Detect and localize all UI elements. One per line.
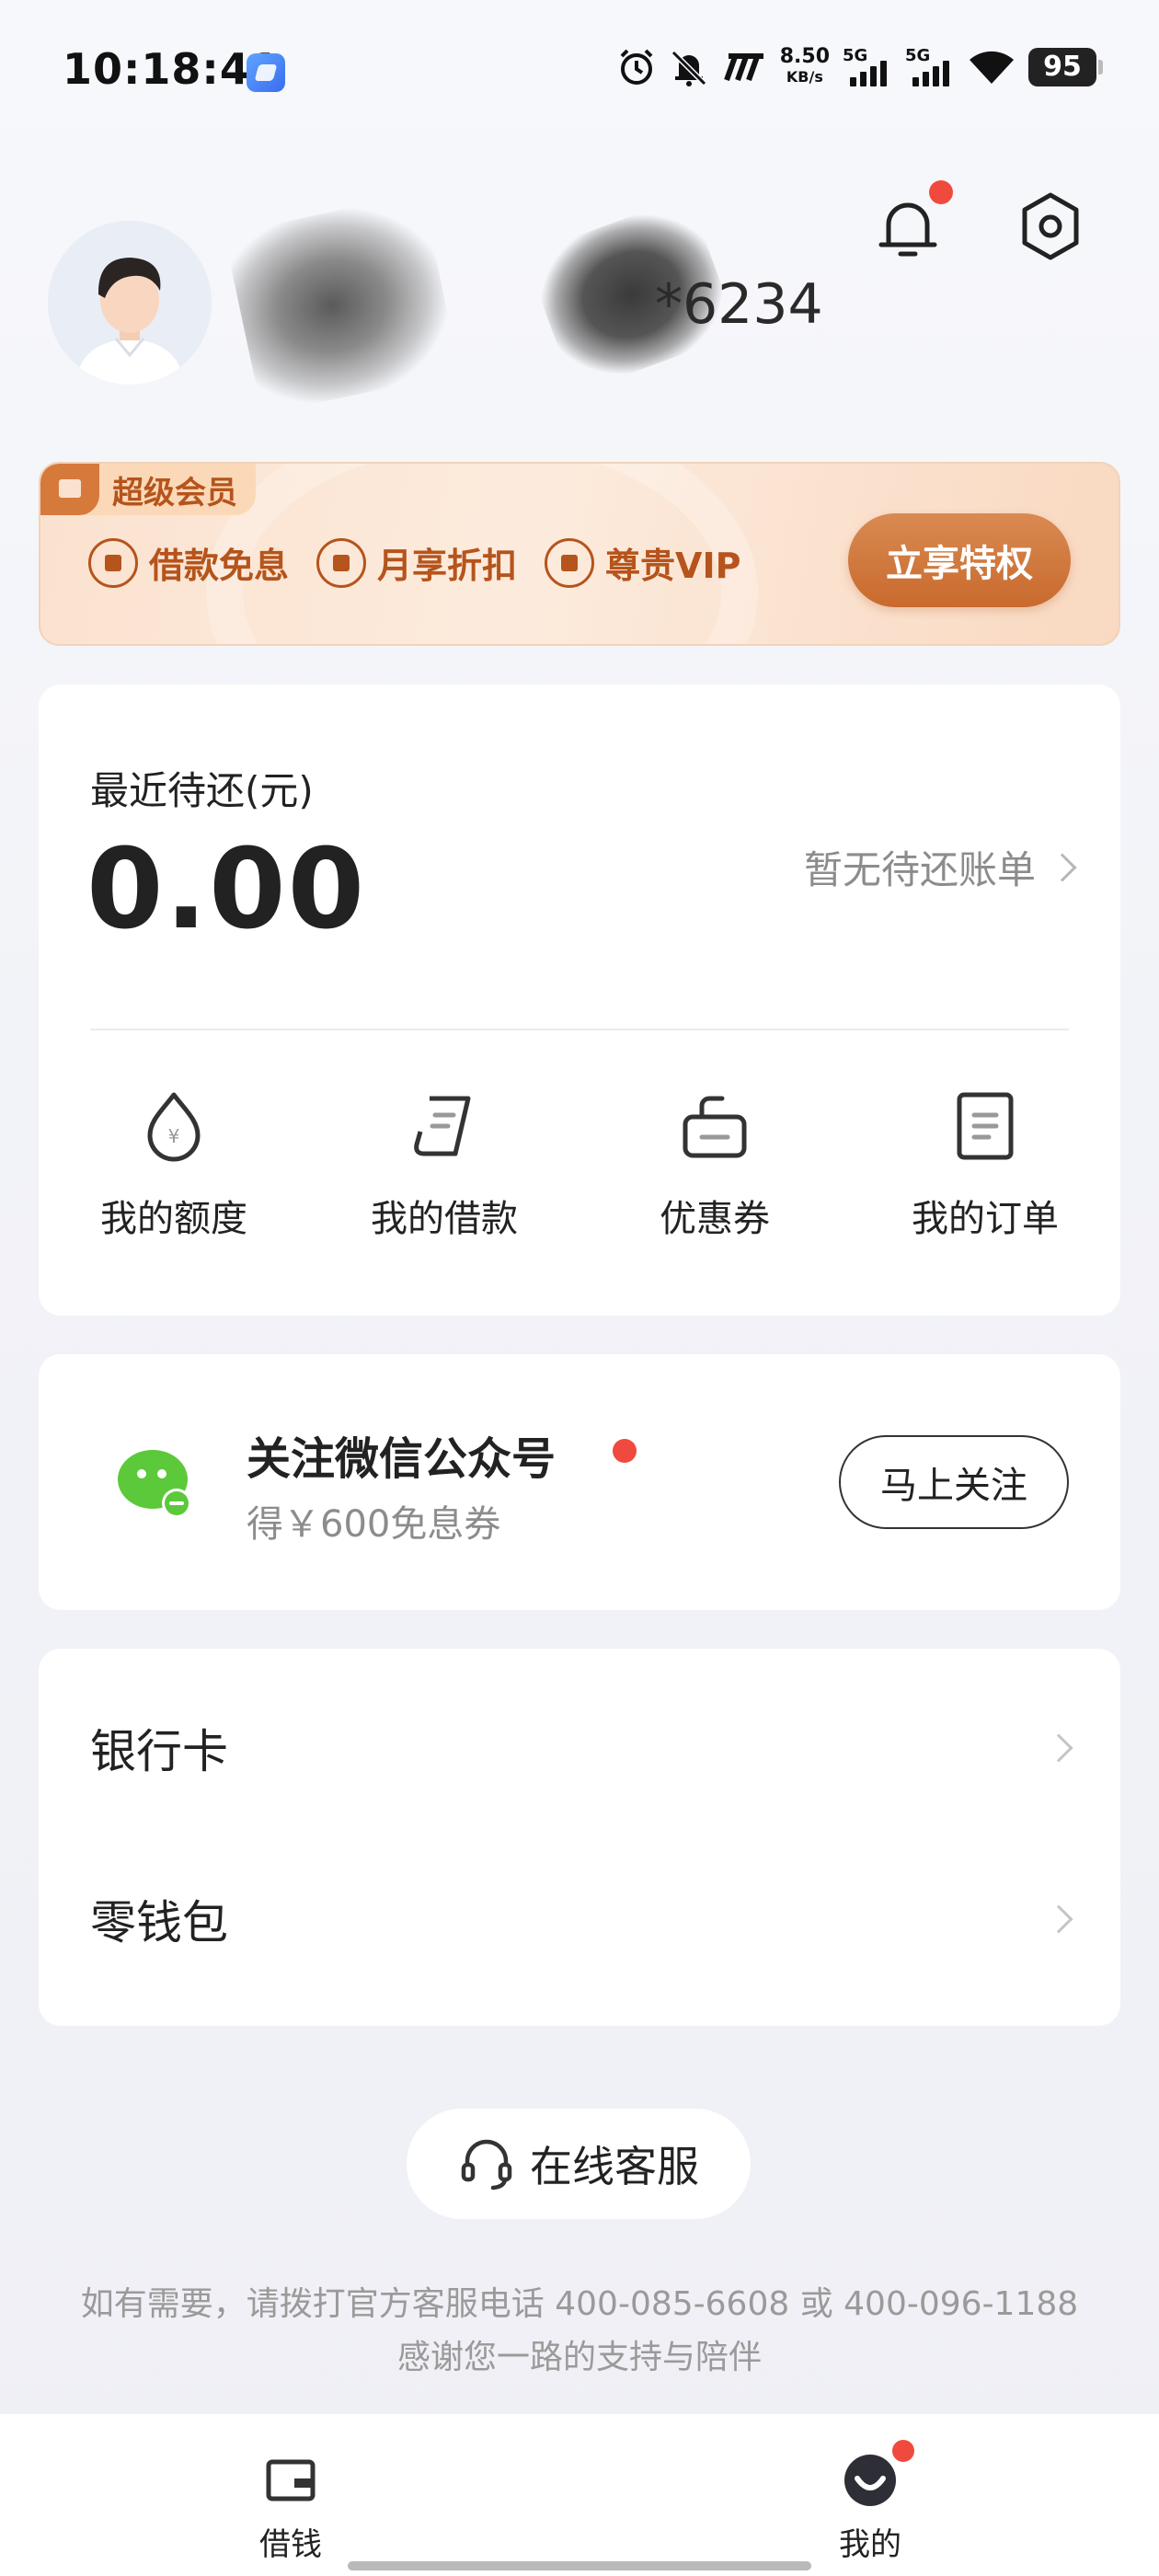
shortcut-credit-limit[interactable]: ¥ 我的额度 — [39, 1089, 309, 1242]
perk-monthly-discount: 月享折扣 — [316, 537, 517, 588]
no-bill-link[interactable]: 暂无待还账单 — [803, 839, 1077, 895]
chevron-right-icon — [1048, 852, 1077, 882]
menu-item-label: 银行卡 — [90, 1725, 228, 1778]
shortcut-label: 我的订单 — [912, 1198, 1059, 1240]
network-speed: 8.50 KB/s — [780, 47, 830, 87]
coupon-icon — [683, 1096, 747, 1158]
discount-tag-icon — [316, 537, 367, 588]
signal-strength-1: 5G — [843, 46, 892, 88]
perk-label: 借款免息 — [149, 546, 290, 586]
vip-tag: 超级会员 — [40, 464, 256, 515]
vip-banner[interactable]: 超级会员 借款免息 月享折扣 尊贵VIP 立享特权 — [39, 462, 1120, 646]
shortcut-label: 优惠券 — [660, 1198, 770, 1240]
mute-bell-icon — [671, 50, 706, 86]
status-bar: 10:18:41 8.50 KB/s 5G 5G 95 — [0, 0, 1159, 147]
account-suffix: *6234 — [655, 272, 823, 337]
perk-vip: 尊贵VIP — [545, 537, 740, 588]
divider — [90, 1029, 1069, 1030]
online-service-label: 在线客服 — [530, 2142, 699, 2191]
order-icon — [957, 1092, 1014, 1160]
interest-free-icon — [88, 537, 138, 588]
loan-document-icon — [414, 1096, 471, 1156]
vip-heart-icon — [545, 537, 595, 588]
hotline-notice: 如有需要，请拨打官方客服电话 400-085-6608 或 400-096-11… — [0, 2278, 1159, 2385]
wechat-follow-card: 关注微信公众号 得￥600免息券 马上关注 — [39, 1354, 1120, 1610]
menu-card: 银行卡 零钱包 — [39, 1649, 1120, 2026]
wechat-subtitle: 得￥600免息券 — [247, 1503, 501, 1546]
tab-label: 借钱 — [259, 2526, 322, 2563]
network-speed-unit: KB/s — [786, 68, 823, 86]
chevron-right-icon — [1044, 1904, 1073, 1934]
notification-bell-icon[interactable] — [876, 191, 940, 265]
settings-icon[interactable] — [1019, 191, 1082, 261]
crown-icon — [40, 464, 99, 515]
wifi-icon — [970, 51, 1014, 84]
avatar-illustration — [48, 221, 212, 385]
nfc-icon — [723, 52, 763, 82]
status-icons: 8.50 KB/s 5G 5G 95 — [616, 46, 1103, 88]
tab-borrow[interactable]: 借钱 — [217, 2451, 364, 2564]
tab-mine[interactable]: 我的 — [797, 2440, 944, 2564]
battery-indicator: 95 — [1028, 48, 1103, 86]
redacted-username — [224, 192, 461, 415]
wechat-title: 关注微信公众号 — [247, 1433, 557, 1485]
perk-label: 月享折扣 — [377, 546, 518, 586]
perk-interest-free: 借款免息 — [88, 537, 289, 588]
network-speed-value: 8.50 — [779, 45, 830, 68]
home-indicator[interactable] — [348, 2561, 811, 2570]
shortcut-coupons[interactable]: 优惠券 — [580, 1089, 850, 1242]
svg-text:¥: ¥ — [168, 1125, 180, 1147]
menu-item-wallet[interactable]: 零钱包 — [39, 1833, 1120, 2006]
repayment-title: 最近待还(元) — [90, 768, 314, 813]
repayment-amount: 0.00 — [86, 826, 367, 954]
wallet-icon — [266, 2459, 316, 2501]
wechat-icon — [118, 1450, 191, 1518]
no-bill-label: 暂无待还账单 — [803, 847, 1036, 892]
shortcut-label: 我的额度 — [100, 1198, 247, 1240]
notification-badge — [929, 180, 953, 204]
follow-now-button[interactable]: 马上关注 — [839, 1435, 1069, 1529]
profile-smile-icon — [844, 2455, 896, 2506]
chevron-right-icon — [1044, 1733, 1073, 1763]
avatar[interactable] — [48, 221, 212, 385]
signal-strength-2: 5G — [905, 46, 955, 88]
perk-label: 尊贵VIP — [605, 546, 741, 586]
vip-perks: 借款免息 月享折扣 尊贵VIP — [88, 537, 740, 588]
tab-label: 我的 — [839, 2526, 901, 2563]
shortcut-label: 我的借款 — [371, 1198, 518, 1240]
credit-limit-icon: ¥ — [147, 1092, 201, 1162]
shortcut-grid: ¥ 我的额度 我的借款 优惠券 我的订单 — [39, 1089, 1120, 1242]
shortcut-my-orders[interactable]: 我的订单 — [850, 1089, 1120, 1242]
repayment-card: 最近待还(元) 0.00 暂无待还账单 ¥ 我的额度 我的借款 优惠券 我的订单 — [39, 684, 1120, 1316]
wechat-badge — [613, 1439, 637, 1463]
menu-item-bank-card[interactable]: 银行卡 — [39, 1662, 1120, 1834]
shortcut-my-loans[interactable]: 我的借款 — [309, 1089, 580, 1242]
alarm-icon — [620, 49, 653, 85]
thanks-text: 感谢您一路的支持与陪伴 — [396, 2339, 762, 2376]
online-service-button[interactable]: 在线客服 — [407, 2109, 751, 2219]
tab-badge — [892, 2440, 914, 2462]
hotline-text: 如有需要，请拨打官方客服电话 400-085-6608 或 400-096-11… — [80, 2285, 1079, 2323]
claim-privilege-button[interactable]: 立享特权 — [848, 513, 1071, 607]
headset-icon — [461, 2139, 512, 2191]
bottom-tab-bar: 借钱 我的 — [0, 2414, 1159, 2576]
menu-item-label: 零钱包 — [90, 1896, 228, 1949]
vip-tag-label: 超级会员 — [112, 474, 237, 512]
app-notification-icon — [247, 53, 285, 92]
